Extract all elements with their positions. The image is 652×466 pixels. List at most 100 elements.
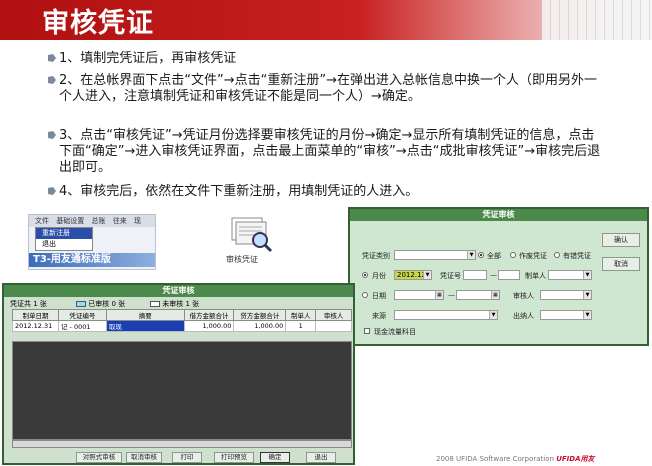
footer: 2008 UFIDA Software Corporation UFIDA用友 [436, 454, 595, 464]
voucher-no-to[interactable] [498, 270, 520, 280]
cashier-label: 出纳人 [513, 312, 534, 320]
voucher-table: 制单日期 凭证编号 摘要 借方金额合计 贷方金额合计 制单人 审核人 2012.… [12, 309, 352, 332]
dialog-title: 凭证审核 [350, 209, 647, 221]
calendar-icon[interactable]: ▦ [491, 291, 499, 299]
month-select[interactable]: 2012.12 ▼ [394, 270, 432, 280]
all-radio[interactable] [478, 252, 484, 258]
step-4: 4、审核完后，依然在文件下重新注册，用填制凭证的人进入。 [47, 184, 607, 200]
cell-voucher-no: 记 - 0001 [57, 320, 107, 332]
cell-maker: 1 [285, 320, 317, 332]
table-header-row: 制单日期 凭证编号 摘要 借方金额合计 贷方金额合计 制单人 审核人 [12, 309, 352, 321]
cashflow-label: 现金流量科目 [374, 328, 416, 336]
table-row[interactable]: 2012.12.31 记 - 0001 取现 1,000.00 1,000.00… [12, 320, 352, 332]
bullet-icon [48, 187, 56, 195]
column-header[interactable]: 贷方金额合计 [233, 309, 287, 321]
month-label: 月份 [372, 272, 386, 280]
calendar-icon[interactable]: ▦ [435, 291, 443, 299]
date-to-field[interactable]: ▦ [456, 290, 500, 300]
month-value: 2012.12 [397, 271, 426, 279]
file-dropdown: 重新注册 退出 [35, 227, 93, 251]
menu-item-relogin[interactable]: 重新注册 [36, 228, 92, 239]
source-select[interactable]: ▼ [394, 310, 498, 320]
audited-swatch [76, 301, 86, 307]
voucher-audit-dialog: 凭证审核 凭证类别 ▼ 全部 作废凭证 有错凭证 月份 2012.12 ▼ 凭证号… [348, 207, 649, 346]
step-4-text: 4、审核完后，依然在文件下重新注册，用填制凭证的人进入。 [59, 184, 419, 199]
bullet-icon [48, 54, 56, 62]
cancel-button[interactable]: 取消 [602, 257, 640, 271]
column-header[interactable]: 借方金额合计 [183, 309, 235, 321]
voucher-no-separator: — [490, 271, 497, 279]
menu-basic-settings[interactable]: 基础设置 [56, 217, 84, 225]
date-label: 日期 [372, 292, 386, 300]
cell-summary: 取现 [105, 320, 185, 332]
audited-legend: 已审核 0 张 [76, 299, 125, 309]
chevron-down-icon[interactable]: ▼ [489, 311, 497, 319]
ok-button[interactable]: 确定 [260, 452, 290, 463]
cashier-select[interactable]: ▼ [540, 310, 592, 320]
exit-button[interactable]: 退出 [306, 452, 336, 463]
menu-ledger[interactable]: 总账 [91, 217, 105, 225]
date-from-field[interactable]: ▦ [394, 290, 444, 300]
unaudited-swatch [150, 301, 160, 307]
maker-select[interactable]: ▼ [548, 270, 592, 280]
step-3: 3、点击“审核凭证”→凭证月份选择要审核凭证的月份→确定→显示所有填制凭证的信息… [47, 128, 607, 176]
error-label: 有错凭证 [563, 252, 591, 260]
voucher-list-dialog: 凭证审核 凭证共 1 张 已审核 0 张 未审核 1 张 制单日期 凭证编号 摘… [2, 283, 355, 465]
horizontal-scrollbar[interactable] [12, 440, 352, 448]
menu-item-exit[interactable]: 退出 [36, 239, 92, 250]
menu-accounts[interactable]: 往来 [113, 217, 127, 225]
error-radio[interactable] [554, 252, 560, 258]
voucher-type-select[interactable]: ▼ [394, 250, 476, 260]
dialog-title: 凭证审核 [4, 285, 353, 297]
page-title: 审核凭证 [42, 8, 154, 39]
chevron-down-icon[interactable]: ▼ [423, 271, 431, 279]
step-2: 2、在总帐界面下点击“文件”→点击“重新注册”→在弹出进入总帐信息中换一个人（即… [47, 73, 607, 105]
voided-radio[interactable] [510, 252, 516, 258]
voucher-no-label: 凭证号 [440, 272, 461, 280]
column-header[interactable]: 审核人 [315, 309, 352, 321]
all-label: 全部 [487, 252, 501, 260]
auditor-select[interactable]: ▼ [540, 290, 592, 300]
chevron-down-icon[interactable]: ▼ [583, 271, 591, 279]
unaudited-count: 未审核 1 张 [162, 300, 200, 308]
auditor-label: 审核人 [513, 292, 534, 300]
chevron-down-icon[interactable]: ▼ [583, 291, 591, 299]
cell-auditor [315, 320, 352, 332]
menu-cash[interactable]: 现 [134, 217, 141, 225]
slide-header: 审核凭证 [0, 0, 652, 40]
date-radio[interactable] [362, 292, 368, 298]
total-count: 凭证共 1 张 [10, 300, 47, 308]
cell-debit: 1,000.00 [183, 320, 235, 332]
confirm-button[interactable]: 确认 [602, 233, 640, 247]
cell-credit: 1,000.00 [233, 320, 287, 332]
step-3-text: 3、点击“审核凭证”→凭证月份选择要审核凭证的月份→确定→显示所有填制凭证的信息… [59, 128, 601, 175]
table-empty-area [12, 341, 352, 440]
cell-date: 2012.12.31 [12, 320, 59, 332]
column-header[interactable]: 制单日期 [12, 309, 59, 321]
compare-audit-button[interactable]: 对照式审核 [76, 452, 122, 463]
date-separator: — [448, 291, 455, 299]
month-radio[interactable] [362, 272, 368, 278]
step-2-text: 2、在总帐界面下点击“文件”→点击“重新注册”→在弹出进入总帐信息中换一个人（即… [59, 73, 597, 104]
column-header[interactable]: 凭证编号 [57, 309, 107, 321]
voucher-no-from[interactable] [463, 270, 487, 280]
step-1-text: 1、填制完凭证后，再审核凭证 [59, 51, 237, 66]
maker-label: 制单人 [525, 272, 546, 280]
cancel-audit-button[interactable]: 取消审核 [126, 452, 162, 463]
ufida-logo: UFIDA用友 [556, 455, 595, 463]
chevron-down-icon[interactable]: ▼ [467, 251, 475, 259]
copyright-text: 2008 UFIDA Software Corporation [436, 455, 554, 463]
print-preview-button[interactable]: 打印预览 [214, 452, 254, 463]
column-header[interactable]: 制单人 [285, 309, 317, 321]
header-decoration [542, 0, 652, 40]
unaudited-legend: 未审核 1 张 [150, 299, 199, 309]
chevron-down-icon[interactable]: ▼ [583, 311, 591, 319]
cashflow-checkbox[interactable] [364, 328, 370, 334]
column-header[interactable]: 摘要 [105, 309, 185, 321]
file-menu-screenshot: 文件 基础设置 总账 往来 现 重新注册 退出 T3-用友通标准版 [28, 214, 156, 270]
print-button[interactable]: 打印 [172, 452, 202, 463]
voucher-magnifier-icon[interactable] [222, 212, 278, 260]
menu-file[interactable]: 文件 [35, 217, 49, 225]
audit-icon-label: 审核凭证 [226, 255, 258, 264]
summary-bar: 凭证共 1 张 已审核 0 张 未审核 1 张 [4, 297, 353, 309]
